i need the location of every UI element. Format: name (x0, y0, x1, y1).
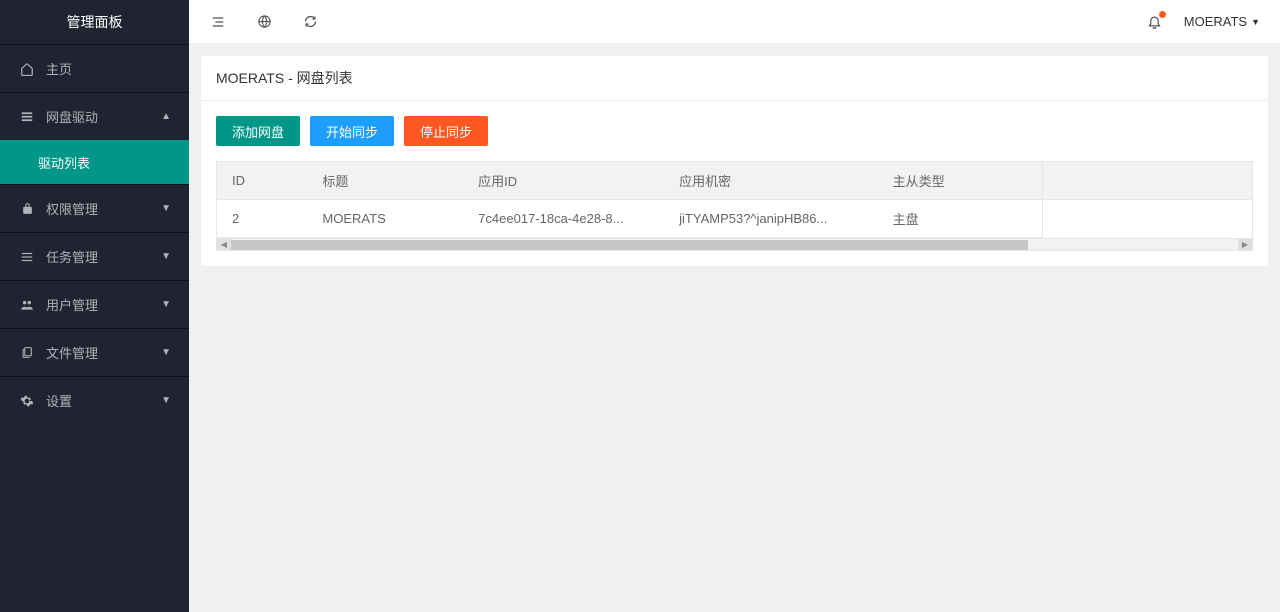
chevron-down-icon: ▼ (161, 251, 171, 262)
bars-icon (18, 250, 36, 264)
users-icon (18, 298, 36, 312)
scroll-left-arrow[interactable]: ◀ (217, 239, 231, 251)
sidebar-item-permissions[interactable]: 权限管理 ▼ (0, 185, 189, 232)
panel-body: 添加网盘 开始同步 停止同步 ID 标题 应用ID 应用机密 主从类型 缓存量 (201, 101, 1268, 266)
sidebar-item-home[interactable]: 主页 (0, 45, 189, 92)
cell-id: 2 (217, 200, 307, 238)
start-sync-button[interactable]: 开始同步 (310, 116, 394, 146)
content-area: MOERATS - 网盘列表 添加网盘 开始同步 停止同步 ID 标题 应用ID… (189, 44, 1280, 612)
sidebar-item-drive[interactable]: 网盘驱动 ▲ (0, 93, 189, 140)
scroll-right-arrow[interactable]: ▶ (1238, 239, 1252, 251)
table-container: ID 标题 应用ID 应用机密 主从类型 缓存量 更新时 2 MOERATS (216, 161, 1253, 251)
menu-label: 驱动列表 (38, 153, 90, 172)
cell-appid: 7c4ee017-18ca-4e28-8... (463, 200, 664, 238)
menu-toggle-icon[interactable] (209, 13, 227, 31)
cell-secret: jiTYAMP53?^janipHB86... (664, 200, 878, 238)
cell-title: MOERATS (307, 200, 463, 238)
sidebar: 管理面板 主页 网盘驱动 ▲ 驱动列表 权限管理 ▼ 任务管理 ▼ (0, 0, 189, 612)
sidebar-title: 管理面板 (0, 0, 189, 44)
sidebar-item-tasks[interactable]: 任务管理 ▼ (0, 233, 189, 280)
menu-label: 用户管理 (46, 295, 98, 314)
topbar: MOERATS ▼ (189, 0, 1280, 44)
panel: MOERATS - 网盘列表 添加网盘 开始同步 停止同步 ID 标题 应用ID… (201, 56, 1268, 266)
horizontal-scrollbar[interactable]: ◀ ▶ (217, 238, 1252, 250)
add-drive-button[interactable]: 添加网盘 (216, 116, 300, 146)
chevron-up-icon: ▲ (161, 111, 171, 122)
col-secret: 应用机密 (664, 162, 878, 200)
menu-label: 网盘驱动 (46, 107, 98, 126)
username-label: MOERATS (1184, 14, 1247, 29)
gear-icon (18, 394, 36, 408)
notification-bell[interactable] (1146, 13, 1164, 31)
sidebar-item-drive-list[interactable]: 驱动列表 (0, 140, 189, 184)
refresh-icon[interactable] (301, 13, 319, 31)
list-icon (18, 110, 36, 124)
user-dropdown[interactable]: MOERATS ▼ (1184, 14, 1260, 29)
menu-label: 任务管理 (46, 247, 98, 266)
chevron-down-icon: ▼ (161, 299, 171, 310)
globe-icon[interactable] (255, 13, 273, 31)
sidebar-item-files[interactable]: 文件管理 ▼ (0, 329, 189, 376)
menu-label: 设置 (46, 391, 72, 410)
home-icon (18, 62, 36, 76)
col-appid: 应用ID (463, 162, 664, 200)
menu-label: 权限管理 (46, 199, 98, 218)
files-icon (18, 346, 36, 359)
scroll-thumb[interactable] (231, 240, 1028, 250)
caret-down-icon: ▼ (1251, 17, 1260, 27)
chevron-down-icon: ▼ (161, 347, 171, 358)
stop-sync-button[interactable]: 停止同步 (404, 116, 488, 146)
col-ops: 操作 (1043, 162, 1253, 200)
notification-dot (1159, 11, 1166, 18)
menu-label: 主页 (46, 59, 72, 78)
scroll-track: ◀ ▶ (217, 239, 1252, 250)
panel-title: MOERATS - 网盘列表 (201, 56, 1268, 101)
topbar-left (209, 13, 319, 31)
sidebar-item-settings[interactable]: 设置 ▼ (0, 377, 189, 424)
lock-icon (18, 202, 36, 215)
col-title: 标题 (307, 162, 463, 200)
menu-label: 文件管理 (46, 343, 98, 362)
scroll-space (1028, 240, 1238, 250)
chevron-down-icon: ▼ (161, 395, 171, 406)
topbar-right: MOERATS ▼ (1146, 13, 1260, 31)
chevron-down-icon: ▼ (161, 203, 171, 214)
fixed-ops-column: 操作 管理 编辑 删除 (1042, 162, 1252, 241)
col-id: ID (217, 162, 307, 200)
action-buttons: 添加网盘 开始同步 停止同步 (216, 116, 1253, 146)
sidebar-item-users[interactable]: 用户管理 ▼ (0, 281, 189, 328)
